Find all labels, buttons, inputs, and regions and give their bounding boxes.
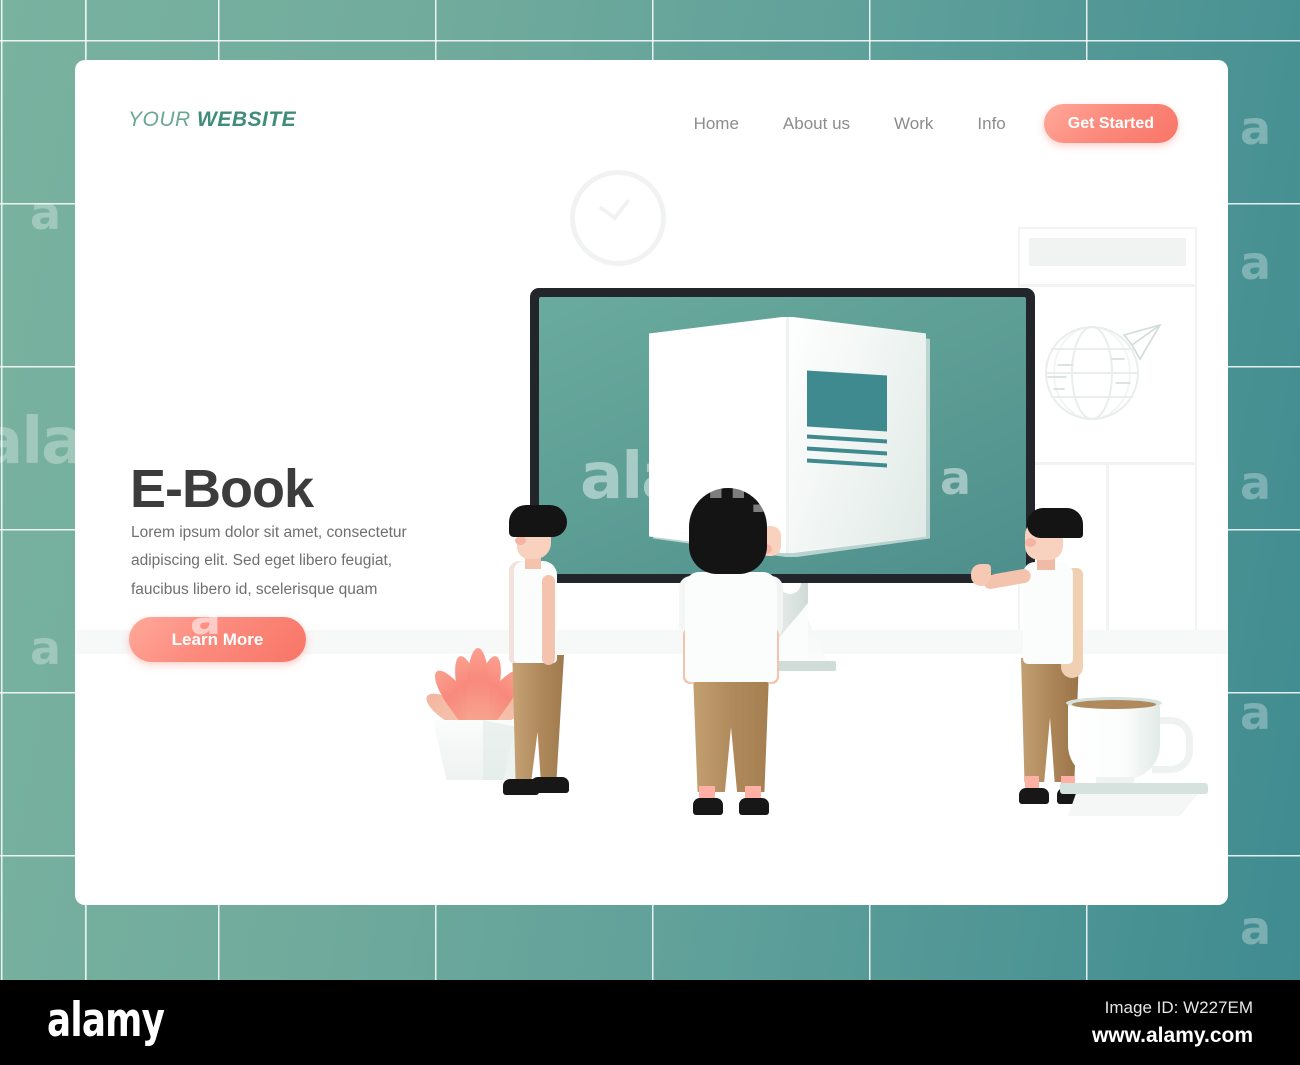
nav-link-work[interactable]: Work [872, 114, 955, 134]
screenshot-root: a a a a a a a alamy [0, 0, 1300, 1065]
nav-link-info[interactable]: Info [955, 114, 1027, 134]
saucer-shadow [1068, 794, 1198, 816]
coffee-liquid [1072, 700, 1156, 709]
nav-link-about-us[interactable]: About us [761, 114, 872, 134]
image-id-label: Image ID: W227EM [1104, 998, 1253, 1017]
person-shoe [1019, 788, 1049, 804]
person-arm [542, 575, 555, 665]
cup-body [1068, 701, 1160, 779]
person-shoe [739, 798, 769, 815]
watermark-letter: a [1240, 236, 1272, 290]
watermark-letter: a [1240, 456, 1272, 510]
person-cheek [1025, 538, 1036, 547]
watermark-letter: a [1240, 686, 1272, 740]
person-shoe [693, 798, 723, 815]
watermark-letter: a [30, 186, 62, 240]
wall-panel-top [1018, 227, 1197, 286]
watermark-letter: a [190, 591, 222, 645]
get-started-button[interactable]: Get Started [1043, 104, 1178, 143]
alamy-logo: alamy [47, 993, 165, 1048]
watermark-letter: a [1240, 101, 1272, 155]
person-hand [971, 564, 991, 586]
alamy-url: www.alamy.com [1091, 1024, 1253, 1047]
globe-paper-plane-icon [1045, 323, 1162, 420]
panel-bar [1029, 238, 1186, 266]
person-cheek [515, 536, 526, 545]
alamy-footer-bar: alamy Image ID: W227EM www.alamy.com [0, 980, 1300, 1065]
hero-description: Lorem ipsum dolor sit amet, consectetur … [131, 523, 407, 598]
coffee-cup [1060, 685, 1210, 816]
nav-link-home[interactable]: Home [672, 114, 761, 134]
person-pants [693, 674, 769, 792]
watermark-letter: a [1240, 901, 1272, 955]
wall-poster-globe [1018, 285, 1197, 464]
watermark-letter: a [30, 621, 62, 675]
person-hair [509, 505, 567, 537]
site-logo[interactable]: YOUR WEBSITE [128, 108, 296, 132]
wall-panel-bottom-right [1107, 463, 1197, 632]
person-hair [1027, 508, 1083, 538]
person-shoe [531, 777, 569, 793]
person-pants [512, 655, 564, 783]
person-shirt [685, 572, 777, 682]
logo-text-primary: YOUR [128, 108, 198, 131]
person-left [485, 505, 573, 835]
wall-clock-icon [570, 170, 666, 266]
person-center [675, 488, 795, 838]
logo-text-secondary: WEBSITE [197, 108, 297, 131]
main-navigation: Home About us Work Info Get Started [672, 104, 1178, 143]
saucer [1060, 783, 1208, 794]
book-image-block [807, 370, 887, 432]
watermark-brand: alamy [580, 440, 789, 514]
watermark-letter: a [940, 451, 972, 505]
page-title: E-Book [130, 459, 314, 520]
